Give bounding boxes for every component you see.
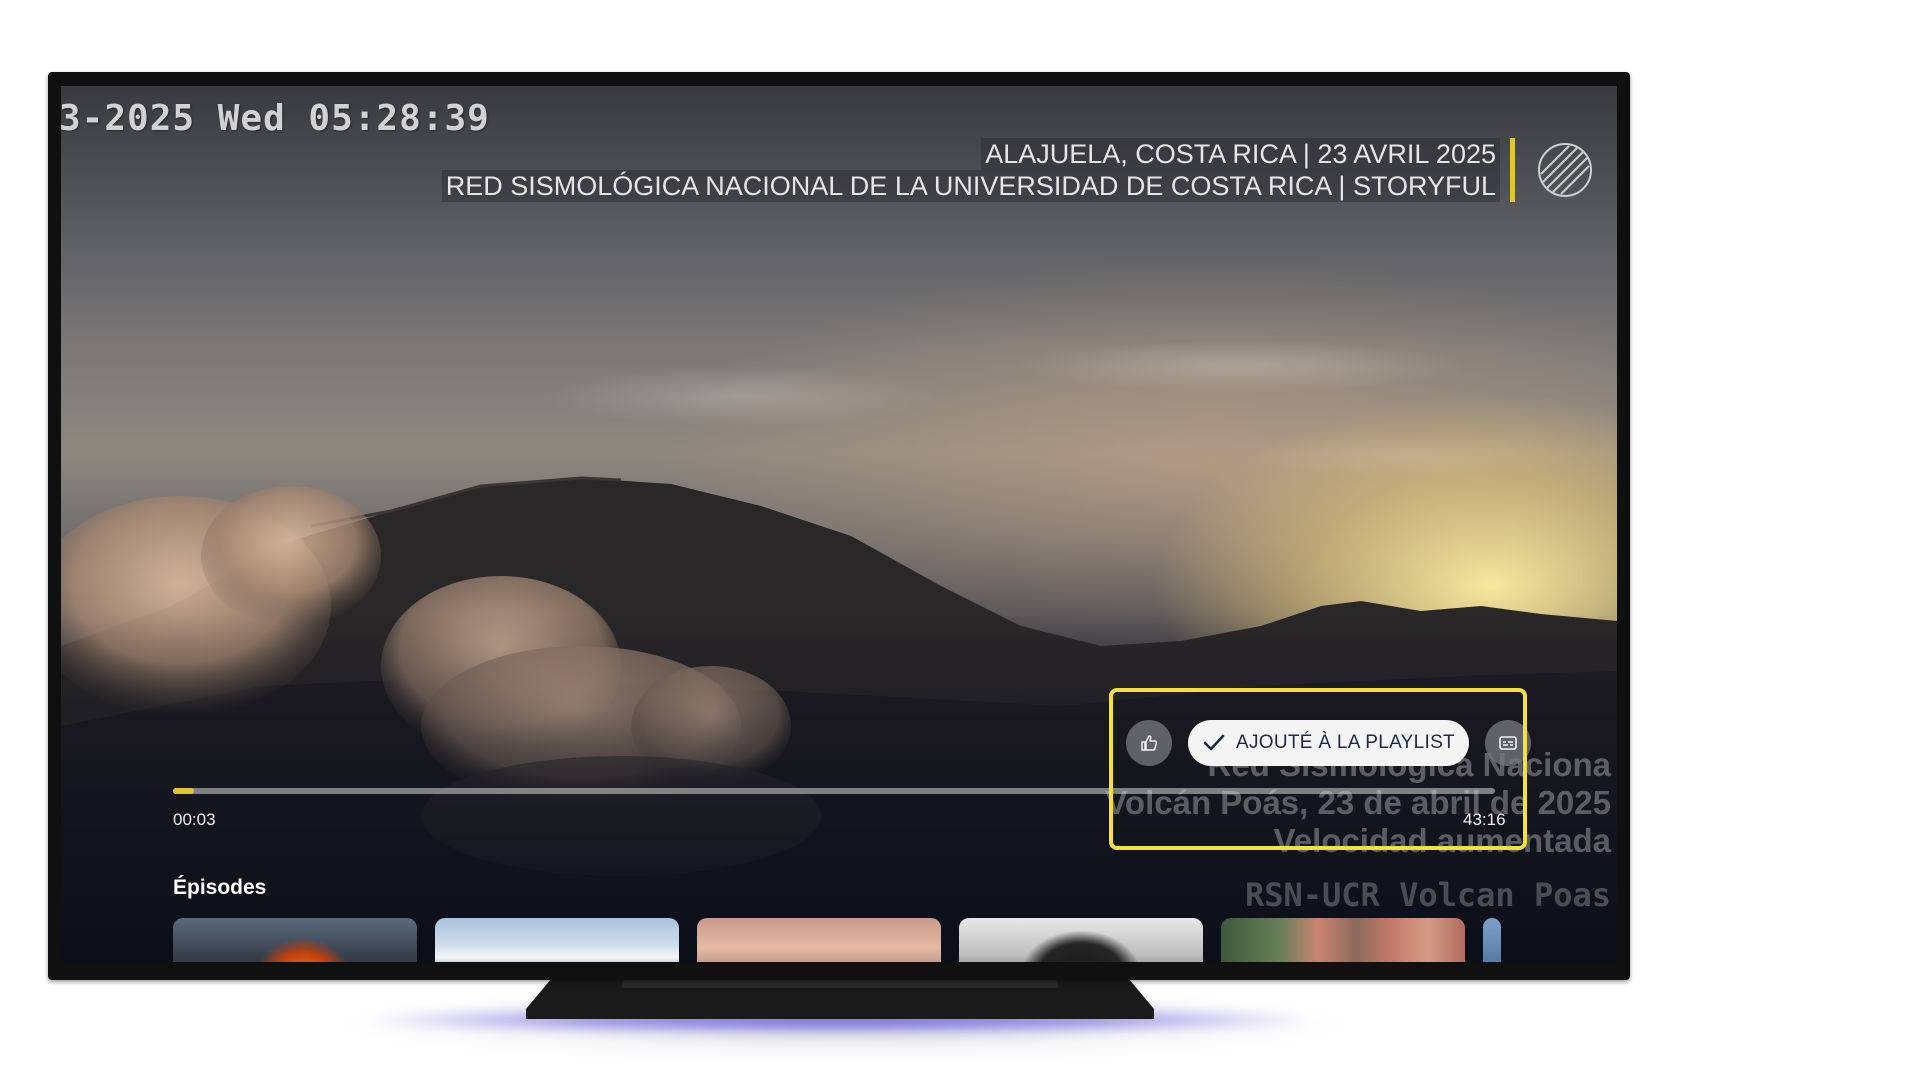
credit-source: RED SISMOLÓGICA NACIONAL DE LA UNIVERSID…: [441, 170, 1500, 202]
episodes-heading: Épisodes: [173, 876, 267, 899]
episodes-row: [173, 918, 1501, 962]
current-time: 00:03: [173, 810, 216, 829]
focus-highlight: [1109, 688, 1527, 850]
globe-icon: [1538, 143, 1592, 197]
video-credits: ALAJUELA, COSTA RICA | 23 AVRIL 2025 RED…: [441, 138, 1515, 202]
episode-thumbnail-forest-legs[interactable]: [1221, 918, 1465, 962]
episode-thumbnail-snowy-mountain[interactable]: [435, 918, 679, 962]
episode-thumbnail-sunset-clouds[interactable]: [697, 918, 941, 962]
progress-fill: [173, 788, 195, 794]
episode-thumbnail-bear[interactable]: [959, 918, 1203, 962]
tv-screen: 3-2025 Wed 05:28:39 ALAJUELA, COSTA RICA…: [61, 86, 1617, 962]
tv-stand-slot: [622, 980, 1058, 988]
episode-thumbnail-partial[interactable]: [1483, 918, 1501, 962]
video-burned-station: RSN-UCR Volcan Poas: [1244, 876, 1611, 914]
credit-location: ALAJUELA, COSTA RICA | 23 AVRIL 2025: [981, 138, 1500, 170]
video-timestamp: 3-2025 Wed 05:28:39: [61, 98, 490, 139]
tv-mockup: 3-2025 Wed 05:28:39 ALAJUELA, COSTA RICA…: [0, 0, 1920, 1080]
episode-thumbnail-volcano-fire[interactable]: [173, 918, 417, 962]
